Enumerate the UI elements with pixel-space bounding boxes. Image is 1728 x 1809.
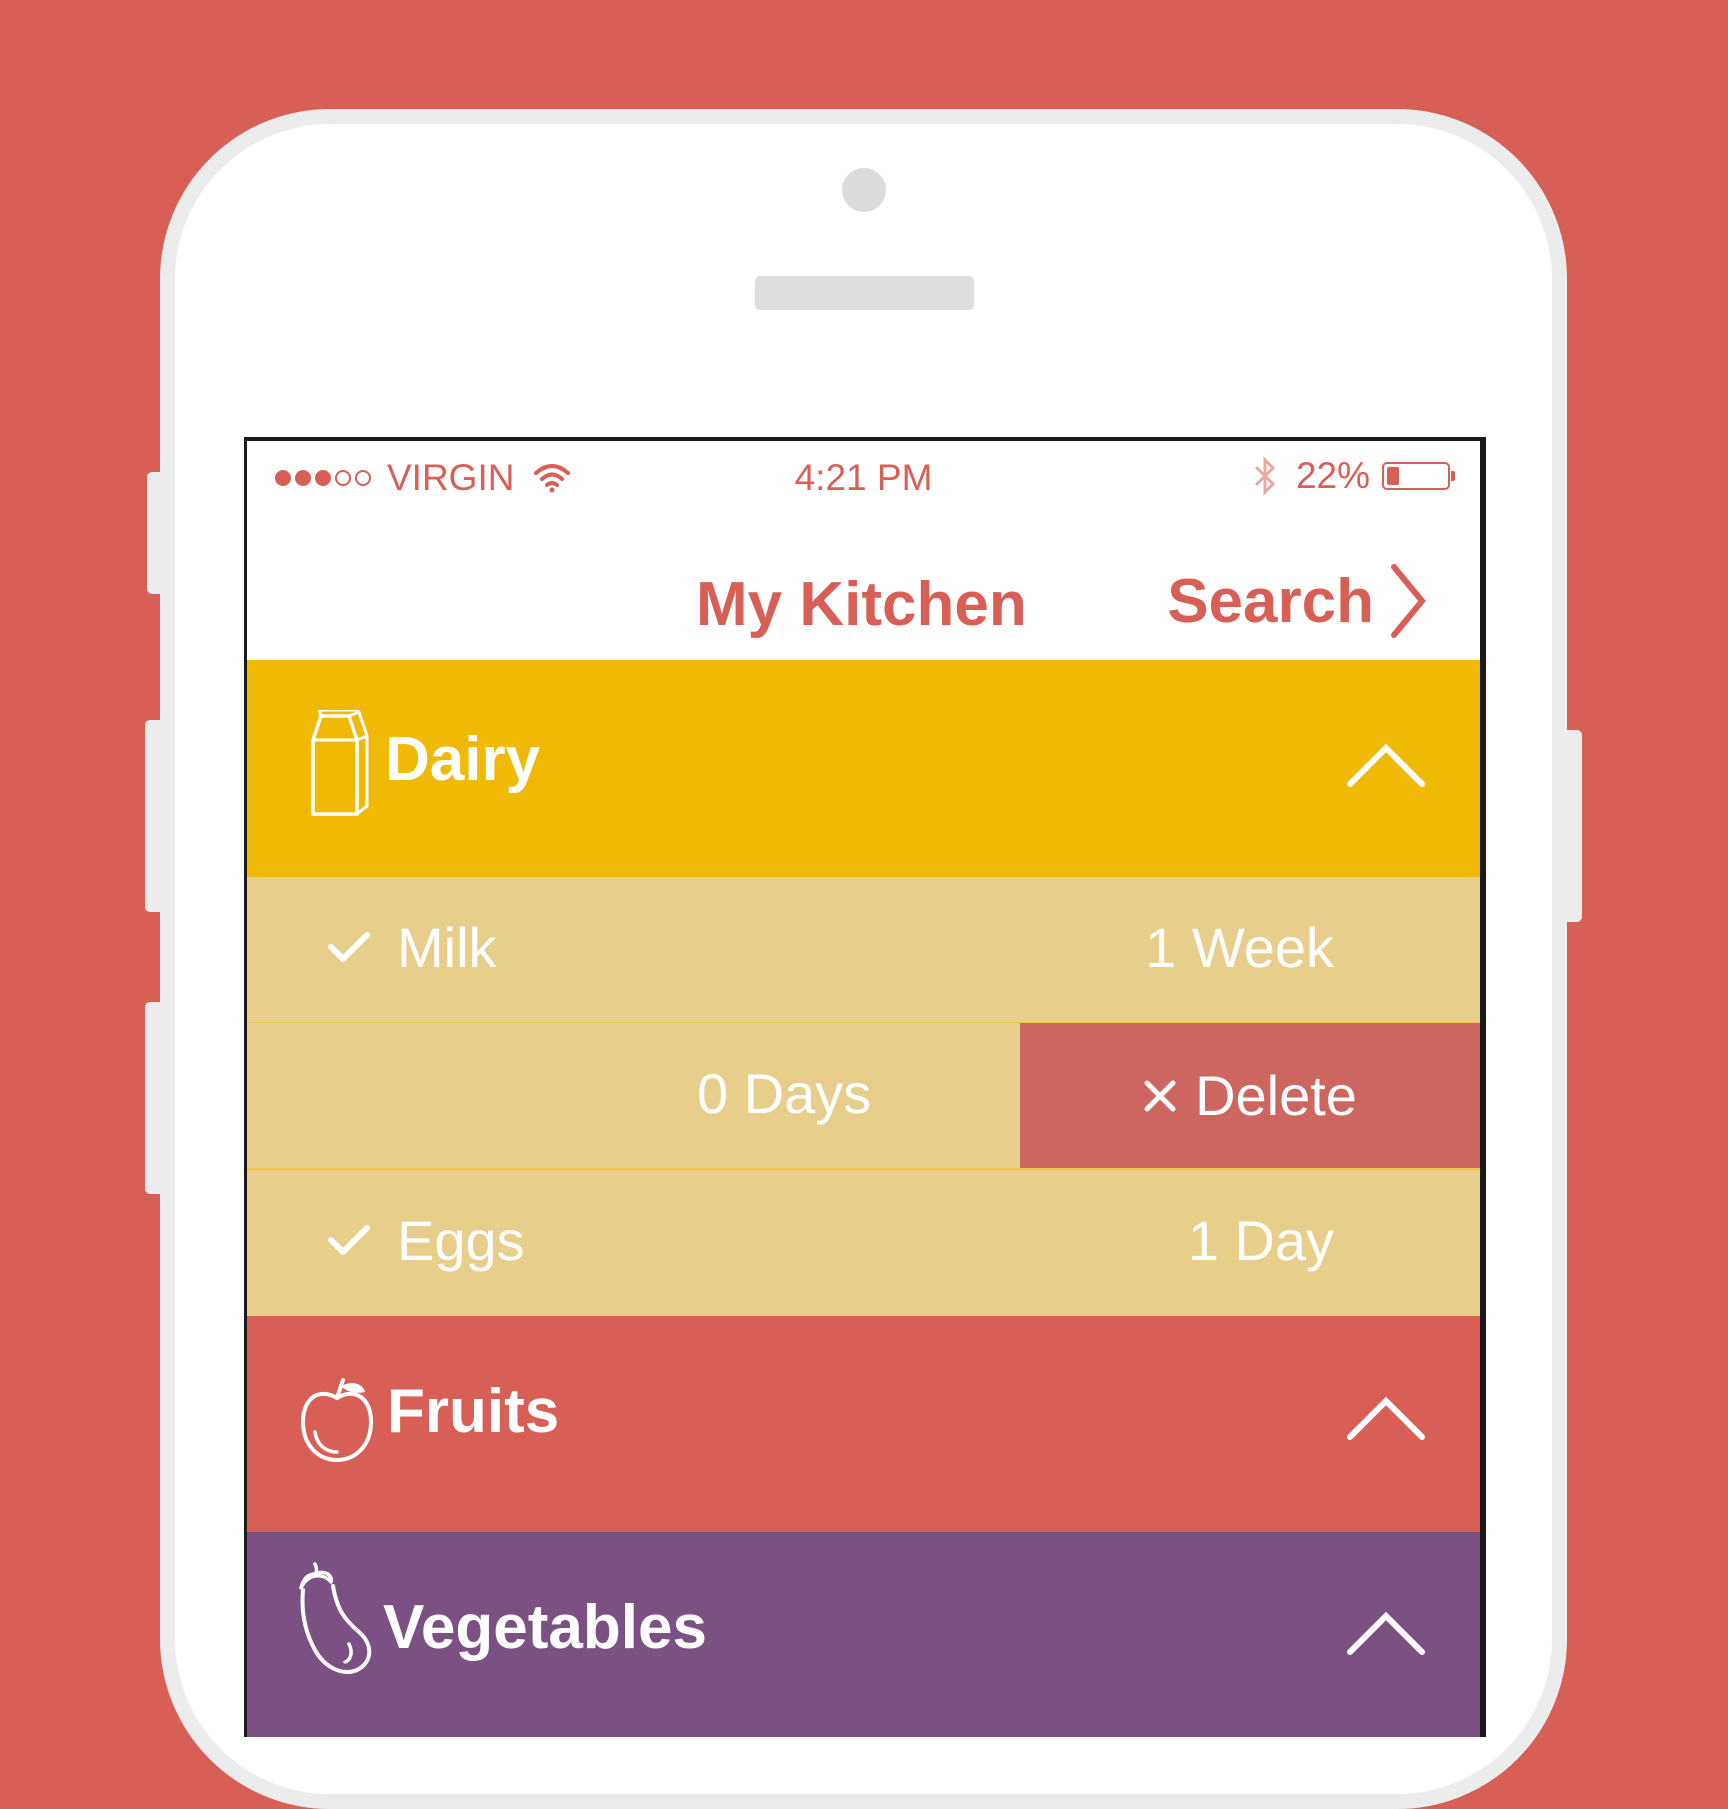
bluetooth-icon — [1254, 456, 1276, 496]
front-camera — [842, 168, 886, 212]
milk-carton-icon — [311, 710, 369, 816]
chevron-up-icon[interactable] — [1346, 1393, 1426, 1443]
section-dairy[interactable]: Dairy — [247, 660, 1480, 877]
chevron-right-icon — [1391, 564, 1426, 638]
item-time-left: 1 Week — [1145, 916, 1334, 979]
item-time-left: 1 Day — [1187, 1209, 1334, 1272]
section-fruits[interactable]: Fruits — [247, 1316, 1480, 1532]
item-name: Milk — [397, 916, 497, 979]
list-item[interactable]: Eggs 1 Day — [247, 1170, 1480, 1316]
page-title: My Kitchen — [696, 570, 1027, 639]
search-label: Search — [1167, 566, 1374, 636]
list-item[interactable]: Milk 1 Week — [247, 877, 1480, 1024]
chevron-up-icon[interactable] — [1346, 1608, 1426, 1658]
close-icon — [1144, 1080, 1176, 1111]
earpiece-speaker — [755, 276, 974, 310]
chevron-up-icon[interactable] — [1346, 740, 1426, 790]
delete-button[interactable]: Delete — [1020, 1023, 1480, 1168]
app-screen: VIRGIN 4:21 PM 22% My Kitchen Search Dai… — [244, 437, 1486, 1737]
eggplant-icon — [299, 1562, 372, 1674]
checkmark-icon — [328, 932, 370, 962]
section-title: Fruits — [387, 1377, 560, 1446]
delete-label: Delete — [1195, 1064, 1357, 1127]
search-button[interactable]: Search — [1167, 563, 1428, 639]
section-vegetables[interactable]: Vegetables — [247, 1532, 1480, 1737]
list-item-swiped[interactable]: 0 Days Delete — [247, 1023, 1480, 1170]
item-name: Eggs — [397, 1209, 525, 1272]
navigation-bar: My Kitchen Search — [247, 511, 1480, 661]
section-title: Dairy — [385, 725, 541, 794]
battery-icon — [1382, 462, 1455, 490]
item-time-left: 0 Days — [697, 1062, 872, 1125]
section-title: Vegetables — [383, 1593, 707, 1662]
battery-percent: 22% — [1295, 455, 1370, 496]
status-bar: VIRGIN 4:21 PM 22% — [247, 441, 1480, 511]
apple-icon — [300, 1378, 374, 1463]
checkmark-icon — [328, 1225, 370, 1255]
battery-info: 22% — [1252, 455, 1455, 497]
